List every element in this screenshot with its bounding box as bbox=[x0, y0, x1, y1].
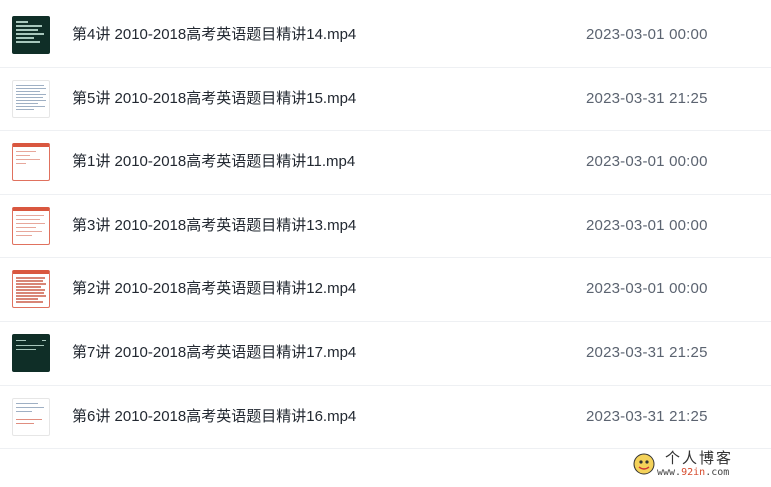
site-watermark: 个人博客 www.92in.com bbox=[633, 445, 763, 483]
file-list: 第4讲 2010-2018高考英语题目精讲14.mp4 2023-03-01 0… bbox=[0, 4, 771, 450]
video-thumbnail bbox=[12, 79, 50, 118]
video-thumbnail bbox=[12, 206, 50, 245]
file-row[interactable]: 第7讲 2010-2018高考英语题目精讲17.mp4 2023-03-31 2… bbox=[0, 322, 771, 386]
video-thumbnail bbox=[12, 333, 50, 372]
watermark-url: www.92in.com bbox=[657, 467, 730, 478]
video-thumbnail bbox=[12, 143, 50, 182]
watermark-title: 个人博客 bbox=[665, 449, 734, 467]
file-row[interactable]: 第4讲 2010-2018高考英语题目精讲14.mp4 2023-03-01 0… bbox=[0, 4, 771, 68]
file-modified-date: 2023-03-01 00:00 bbox=[586, 216, 708, 234]
file-name[interactable]: 第1讲 2010-2018高考英语题目精讲11.mp4 bbox=[72, 152, 355, 172]
file-name[interactable]: 第6讲 2010-2018高考英语题目精讲16.mp4 bbox=[72, 407, 356, 427]
file-name[interactable]: 第7讲 2010-2018高考英语题目精讲17.mp4 bbox=[72, 343, 356, 363]
file-modified-date: 2023-03-01 00:00 bbox=[586, 26, 708, 43]
watermark-logo-icon bbox=[633, 453, 655, 475]
video-thumbnail bbox=[12, 16, 50, 54]
video-thumbnail bbox=[12, 397, 50, 436]
file-modified-date: 2023-03-31 21:25 bbox=[586, 89, 708, 107]
file-name[interactable]: 第2讲 2010-2018高考英语题目精讲12.mp4 bbox=[72, 279, 356, 299]
file-name[interactable]: 第3讲 2010-2018高考英语题目精讲13.mp4 bbox=[72, 216, 356, 236]
file-modified-date: 2023-03-01 00:00 bbox=[586, 280, 708, 298]
file-row[interactable]: 第1讲 2010-2018高考英语题目精讲11.mp4 2023-03-01 0… bbox=[0, 131, 771, 195]
video-thumbnail bbox=[12, 270, 50, 309]
file-row[interactable]: 第5讲 2010-2018高考英语题目精讲15.mp4 2023-03-31 2… bbox=[0, 68, 771, 132]
file-row[interactable]: 第3讲 2010-2018高考英语题目精讲13.mp4 2023-03-01 0… bbox=[0, 195, 771, 259]
file-row[interactable]: 第6讲 2010-2018高考英语题目精讲16.mp4 2023-03-31 2… bbox=[0, 386, 771, 450]
file-name[interactable]: 第5讲 2010-2018高考英语题目精讲15.mp4 bbox=[72, 89, 356, 109]
file-row[interactable]: 第2讲 2010-2018高考英语题目精讲12.mp4 2023-03-01 0… bbox=[0, 258, 771, 322]
file-name[interactable]: 第4讲 2010-2018高考英语题目精讲14.mp4 bbox=[72, 25, 356, 45]
file-modified-date: 2023-03-31 21:25 bbox=[586, 407, 708, 425]
file-modified-date: 2023-03-01 00:00 bbox=[586, 153, 708, 171]
file-modified-date: 2023-03-31 21:25 bbox=[586, 343, 708, 361]
